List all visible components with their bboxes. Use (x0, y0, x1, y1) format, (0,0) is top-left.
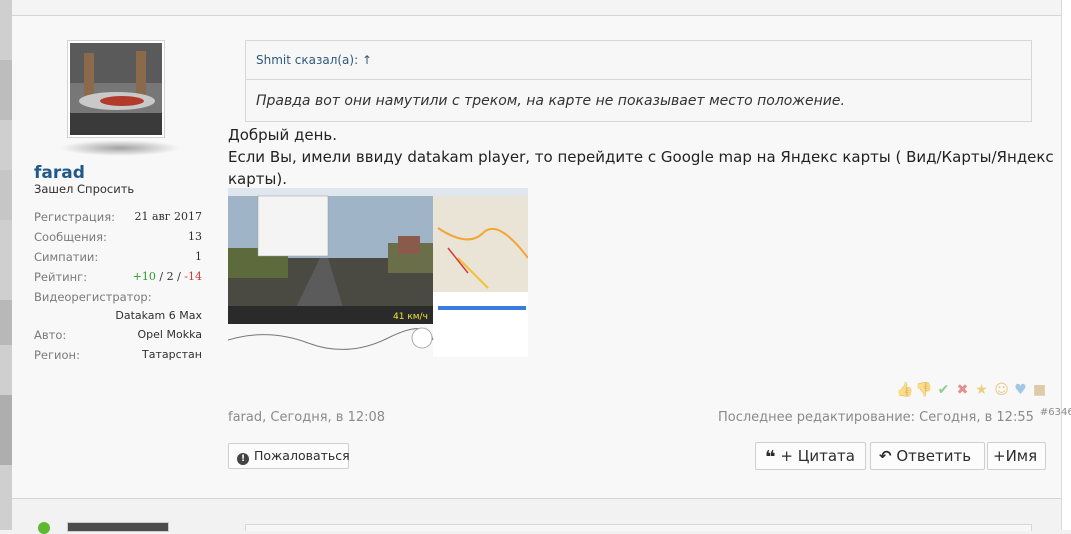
quote-button[interactable]: ❝ + Цитата (755, 442, 866, 470)
info-value: Татарстан (142, 348, 202, 361)
thumbs-down-icon[interactable]: 👎 (915, 382, 932, 399)
quote-label: + Цитата (780, 447, 855, 465)
info-value: 1 (195, 250, 202, 263)
info-label: Регистрация: (34, 210, 115, 224)
heart-icon[interactable]: ♥ (1012, 382, 1029, 399)
rating-separator: / (155, 270, 167, 283)
rating-neutral: 2 (166, 270, 174, 283)
info-value: 13 (188, 230, 202, 243)
insert-name-button[interactable]: +Имя (987, 442, 1046, 470)
strip-block (0, 300, 12, 345)
info-value: 21 авг 2017 (134, 210, 203, 223)
speed-readout: 41 км/ч (393, 312, 428, 322)
info-label: Авто: (34, 328, 67, 342)
rating-value: +10 / 2 / -14 (133, 270, 202, 283)
info-car: Авто: Opel Mokka (34, 328, 202, 344)
info-label: Симпатии: (34, 250, 99, 264)
quote-author-link[interactable]: Shmit сказал(а): ↑ (256, 53, 372, 67)
thumbs-up-icon[interactable]: 👍 (896, 382, 913, 399)
quote-icon: ❝ (765, 447, 776, 468)
info-registration: Регистрация: 21 авг 2017 (34, 210, 202, 226)
strip-block (0, 395, 12, 465)
report-button[interactable]: ! Пожаловаться (228, 443, 350, 469)
info-likes: Симпатии: 1 (34, 250, 202, 266)
screenshot-image: 41 км/ч (228, 188, 528, 357)
post-line: карты). (228, 170, 287, 188)
post-number-link[interactable]: #6346 (1040, 407, 1071, 418)
box-icon[interactable]: ■ (1031, 382, 1048, 399)
right-page-edge (1061, 0, 1071, 530)
info-region: Регион: Татарстан (34, 348, 202, 364)
strip-block (0, 170, 12, 220)
info-value: Opel Mokka (137, 328, 202, 341)
previous-post-edge (12, 0, 1061, 14)
smile-icon[interactable]: ☺ (993, 382, 1010, 399)
edited-text: Последнее редактирование: Сегодня, в 12:… (718, 410, 1034, 425)
post-author-time[interactable]: farad, Сегодня, в 12:08 (228, 410, 385, 425)
left-edge-strip (0, 0, 12, 530)
reply-button[interactable]: ↶ Ответить (870, 442, 985, 470)
user-title: Зашел Спросить (34, 182, 135, 196)
cross-icon[interactable]: ✖ (954, 382, 971, 399)
avatar-shadow (60, 140, 180, 156)
info-label: Рейтинг: (34, 270, 88, 284)
report-label: Пожаловаться (254, 448, 350, 463)
online-indicator (38, 522, 50, 534)
reply-label: Ответить (896, 447, 972, 465)
check-icon[interactable]: ✔ (935, 382, 952, 399)
quote-text: Правда вот они намутили с треком, на кар… (256, 93, 845, 109)
avatar[interactable] (67, 40, 165, 138)
strip-block (0, 60, 12, 120)
exclamation-icon: ! (237, 453, 249, 465)
post-edited: Последнее редактирование: Сегодня, в 12:… (718, 407, 1071, 425)
rating-separator: / (173, 270, 185, 283)
attached-screenshot[interactable]: 41 км/ч (228, 188, 528, 357)
info-label: Видеорегистратор: (34, 290, 152, 304)
star-icon[interactable]: ★ (973, 382, 990, 399)
next-post-avatar[interactable] (67, 522, 169, 532)
insert-name-label: +Имя (993, 447, 1038, 465)
info-dvr-value: Datakam 6 Max (34, 309, 202, 325)
reply-icon: ↶ (879, 447, 892, 465)
info-dvr: Видеорегистратор: (34, 290, 202, 306)
info-label: Сообщения: (34, 230, 107, 244)
quote-header: Shmit сказал(а): ↑ (246, 41, 1031, 80)
avatar-image (70, 43, 162, 135)
rating-negative: -14 (184, 270, 202, 283)
quote-block: Shmit сказал(а): ↑ Правда вот они намути… (245, 40, 1032, 122)
info-value: Datakam 6 Max (115, 309, 202, 322)
rating-positive: +10 (132, 270, 156, 283)
post-line: Добрый день. (228, 126, 338, 144)
post-body: Добрый день. Если Вы, имели ввиду dataka… (228, 124, 1054, 190)
post-line: Если Вы, имели ввиду datakam player, то … (228, 148, 1054, 166)
username[interactable]: farad (34, 163, 85, 183)
info-messages: Сообщения: 13 (34, 230, 202, 246)
info-rating: Рейтинг: +10 / 2 / -14 (34, 270, 202, 286)
info-label: Регион: (34, 348, 80, 362)
